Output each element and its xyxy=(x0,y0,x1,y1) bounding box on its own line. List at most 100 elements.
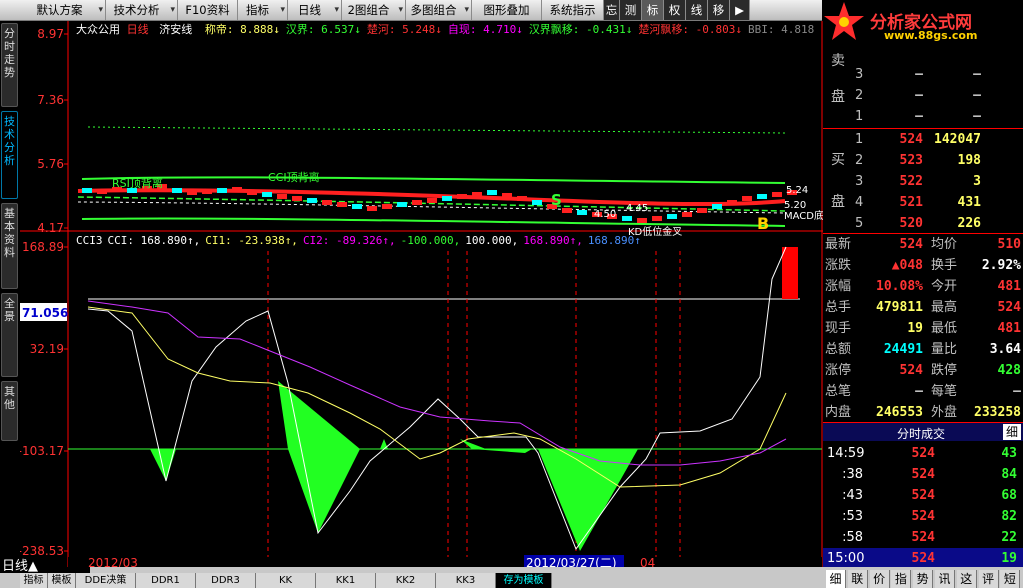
trade-row-0: 14:59 524 43 xyxy=(823,443,1023,464)
candle-30 xyxy=(532,200,542,205)
toolbar-item-2[interactable]: F10资料 xyxy=(178,0,238,20)
toolbar-item-13[interactable]: 线 xyxy=(686,0,708,20)
candle-29 xyxy=(517,196,527,201)
bottom-tab-3[interactable]: DDR1 xyxy=(136,573,196,588)
trade-price: 524 xyxy=(911,446,935,461)
left-tab-1[interactable]: 技术分析 xyxy=(1,111,18,199)
bottom-tab-1[interactable]: 模板 xyxy=(48,573,76,588)
buy-volume: 142047 xyxy=(934,132,981,147)
right-tab-5[interactable]: 讯 xyxy=(935,570,955,588)
toolbar-item-4[interactable]: 日线 xyxy=(288,0,342,20)
toolbar-item-5[interactable]: 2图组合 xyxy=(342,0,406,20)
toolbar-item-15[interactable]: ▶ xyxy=(730,0,750,20)
toolbar-item-9[interactable]: 忘 xyxy=(604,0,620,20)
date-axis-right: 04 xyxy=(640,556,655,567)
right-tab-2[interactable]: 价 xyxy=(869,570,890,588)
left-tab-2[interactable]: 基本资料 xyxy=(1,203,18,289)
bottom-tab-9[interactable]: 存为模板 xyxy=(496,573,552,588)
toolbar-item-7[interactable]: 图形叠加 xyxy=(472,0,542,20)
buy-row-2: 3 522 3 xyxy=(823,171,1023,192)
candle-18 xyxy=(352,204,362,209)
main-info-4: 汉界飘移: -0.431↓ xyxy=(529,23,633,36)
bottom-tab-5[interactable]: KK xyxy=(256,573,316,588)
quote-label-2: 跌停 xyxy=(931,363,958,378)
sell-marker: S xyxy=(551,191,562,209)
sell-level: 1 xyxy=(855,109,864,124)
candle-43 xyxy=(727,200,737,205)
toolbar-item-3[interactable]: 指标 xyxy=(238,0,288,20)
sub-header-5: 100.000, xyxy=(465,234,518,247)
trade-row-2: :43 524 68 xyxy=(823,485,1023,506)
quote-value-1: ▲048 xyxy=(891,258,923,273)
sub-header-7: 168.890↑ xyxy=(588,234,641,247)
trades-detail-button[interactable]: 细 xyxy=(1003,424,1021,440)
quote-row-2: 涨幅 10.08% 今开 481 xyxy=(823,276,1023,297)
quote-label-1: 总额 xyxy=(825,342,852,357)
chart-area[interactable]: 大众公用 日线 济安线 称帝: 8.888↓ 汉界: 6.537↓ 楚河: 5.24… xyxy=(20,21,823,567)
left-tab-4[interactable]: 其他 xyxy=(1,381,18,441)
right-tab-1[interactable]: 联 xyxy=(847,570,868,588)
toolbar-item-12[interactable]: 权 xyxy=(664,0,686,20)
candle-39 xyxy=(667,214,677,219)
right-tab-7[interactable]: 评 xyxy=(978,570,999,588)
toolbar-item-14[interactable]: 移 xyxy=(708,0,730,20)
main-info-3: 自现: 4.710↓ xyxy=(448,23,523,36)
buy-row-3: 4 521 431 xyxy=(823,192,1023,213)
candle-32 xyxy=(562,208,572,213)
candle-37 xyxy=(637,218,647,223)
toolbar-item-8[interactable]: 系统指示 xyxy=(542,0,604,20)
left-tab-3[interactable]: 全景 xyxy=(1,293,18,377)
trade-price: 524 xyxy=(911,488,935,503)
bottom-tab-8[interactable]: KK3 xyxy=(436,573,496,588)
quote-row-6: 涨停 524 跌停 428 xyxy=(823,360,1023,381)
right-tab-8[interactable]: 短 xyxy=(1000,570,1021,588)
trade-price: 524 xyxy=(911,467,935,482)
price-label-close: 5.20 xyxy=(784,200,806,211)
main-info-6: BBI: 4.818 xyxy=(748,23,814,36)
trades-list: 14:59 524 43:38 524 84:43 524 68:53 524 82:58 524… xyxy=(823,441,1023,569)
candle-46 xyxy=(772,192,782,197)
right-tab-4[interactable]: 势 xyxy=(913,570,934,588)
toolbar-item-6[interactable]: 多图组合 xyxy=(406,0,472,20)
bottom-tab-4[interactable]: DDR3 xyxy=(196,573,256,588)
period-switch[interactable]: 日线▲ xyxy=(2,555,38,574)
overbought-fill xyxy=(782,247,798,299)
buy-level: 2 xyxy=(855,153,864,168)
toolbar-item-1[interactable]: 技术分析 xyxy=(106,0,178,20)
right-tab-6[interactable]: 这 xyxy=(956,570,977,588)
quote-value-2: 510 xyxy=(997,237,1021,252)
main-info-1: 汉界: 6.537↓ xyxy=(286,23,361,36)
candle-26 xyxy=(472,192,482,197)
quote-label-2: 最高 xyxy=(931,300,958,315)
buy-price: 520 xyxy=(899,216,923,231)
toolbar-item-0[interactable]: 默认方案 xyxy=(24,0,106,20)
buy-level: 5 xyxy=(855,216,864,231)
trade-volume: 82 xyxy=(1001,509,1017,524)
date-axis-cursor: 2012/03/27(二) xyxy=(526,556,617,567)
bottom-tab-7[interactable]: KK2 xyxy=(376,573,436,588)
bottom-tab-0[interactable]: 指标 xyxy=(20,573,48,588)
candle-8 xyxy=(202,189,212,194)
bottom-tab-6[interactable]: KK1 xyxy=(316,573,376,588)
trade-time: :58 xyxy=(842,530,863,545)
quote-row-1: 涨跌 ▲048 换手 2.92% xyxy=(823,255,1023,276)
toolbar-item-11[interactable]: 标 xyxy=(642,0,664,20)
trade-time: 14:59 xyxy=(827,446,865,461)
quote-value-2: 481 xyxy=(997,279,1021,294)
buy-volume: 431 xyxy=(957,195,981,210)
candle-28 xyxy=(502,193,512,198)
quote-row-7: 总笔 – 每笔 – xyxy=(823,381,1023,402)
candle-21 xyxy=(397,202,407,207)
quote-value-2: 2.92% xyxy=(981,258,1021,273)
trade-time: :53 xyxy=(842,509,863,524)
quote-label-1: 涨停 xyxy=(825,363,852,378)
candle-6 xyxy=(172,188,182,193)
bottom-tab-2[interactable]: DDE决策 xyxy=(76,573,136,588)
right-tab-3[interactable]: 指 xyxy=(891,570,912,588)
left-tab-0[interactable]: 分时走势 xyxy=(1,23,18,107)
toolbar-item-10[interactable]: 测 xyxy=(620,0,642,20)
candle-9 xyxy=(217,188,227,193)
buy-row-1: 2 523 198 xyxy=(823,150,1023,171)
right-tab-0[interactable]: 细 xyxy=(826,570,846,588)
quote-value-1: 24491 xyxy=(883,342,923,357)
